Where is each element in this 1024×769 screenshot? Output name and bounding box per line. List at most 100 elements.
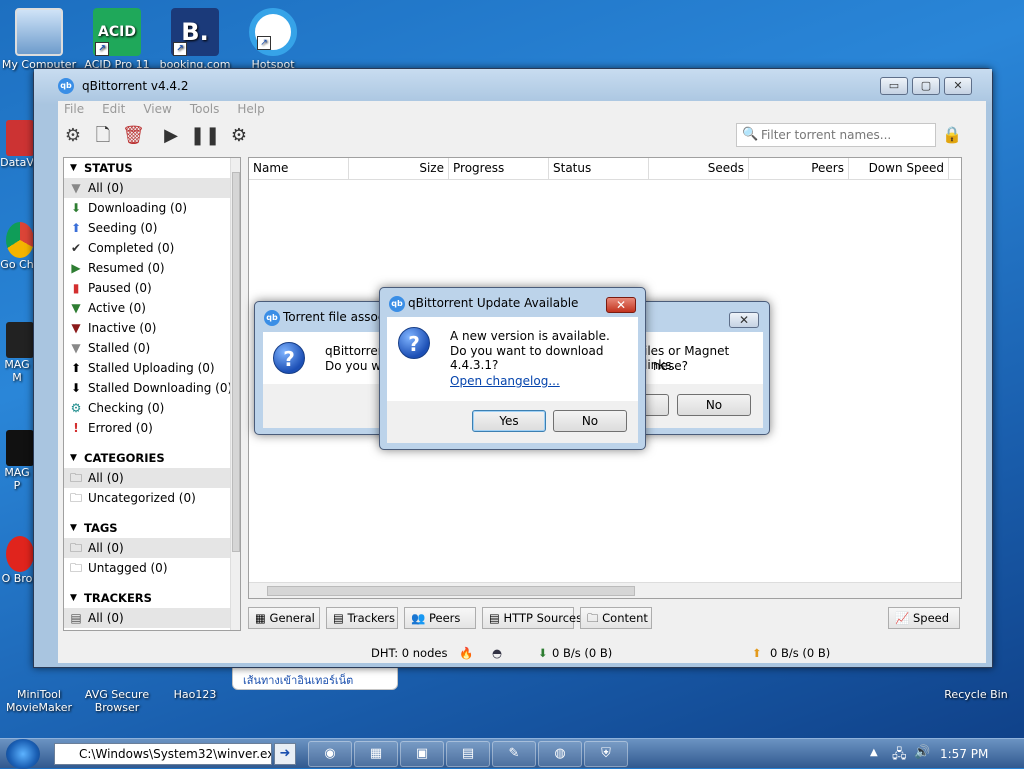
status-all[interactable]: ▼ All (0) xyxy=(64,178,240,198)
column-size[interactable]: Size xyxy=(349,158,449,179)
menu-tools[interactable]: Tools xyxy=(190,101,220,119)
torrent-list-hscrollbar[interactable] xyxy=(249,582,961,598)
hscroll-thumb[interactable] xyxy=(267,586,635,596)
upload-arrow-icon: ⬆ xyxy=(70,361,82,375)
go-arrow-icon[interactable]: ➜ xyxy=(274,743,296,765)
resume-icon[interactable]: ▶ xyxy=(160,125,182,147)
close-button[interactable]: ✕ xyxy=(944,77,972,95)
sidebar-scrollbar[interactable] xyxy=(230,158,240,630)
magix-icon xyxy=(6,322,34,358)
menu-help[interactable]: Help xyxy=(237,101,264,119)
volume-icon[interactable]: 🔊 xyxy=(914,745,930,760)
maximize-button[interactable]: ▢ xyxy=(912,77,940,95)
sidebar-scroll-thumb[interactable] xyxy=(232,172,240,552)
column-status[interactable]: Status xyxy=(549,158,649,179)
desktop-icon-opera[interactable]: O Bro xyxy=(0,536,34,585)
taskbar-shield[interactable]: ⛨ xyxy=(584,741,628,767)
desktop-icon-datav[interactable]: DataV xyxy=(0,120,34,169)
tracker-all[interactable]: ▤ All (0) xyxy=(64,608,240,628)
column-name[interactable]: Name xyxy=(249,158,349,179)
address-bar-input[interactable]: C:\Windows\System32\winver.ex xyxy=(54,743,272,765)
pause-icon[interactable]: ❚❚ xyxy=(190,125,220,147)
download-speed[interactable]: 0 B/s (0 B) xyxy=(552,646,612,660)
section-tags[interactable]: ▼ TAGS xyxy=(64,518,240,538)
tab-trackers[interactable]: ▤ Trackers xyxy=(326,607,398,629)
tray-arrow-icon[interactable]: ▲ xyxy=(870,747,878,758)
play-icon: ▶ xyxy=(71,261,81,275)
section-categories[interactable]: ▼ CATEGORIES xyxy=(64,448,240,468)
status-stalled-uploading[interactable]: ⬆ Stalled Uploading (0) xyxy=(64,358,240,378)
status-checking[interactable]: ⚙ Checking (0) xyxy=(64,398,240,418)
desktop-icon-minitool[interactable]: MiniTool MovieMaker xyxy=(0,672,78,714)
desktop-icon-acid-pro[interactable]: ACID ↗ ACID Pro 11 xyxy=(78,8,156,71)
server-icon: ▤ xyxy=(333,611,348,625)
taskbar-chrome[interactable]: ◉ xyxy=(308,741,352,767)
section-trackers[interactable]: ▼ TRACKERS xyxy=(64,588,240,608)
column-progress[interactable]: Progress xyxy=(449,158,549,179)
column-peers[interactable]: Peers xyxy=(749,158,849,179)
status-downloading[interactable]: ⬇ Downloading (0) xyxy=(64,198,240,218)
options-icon[interactable]: ⚙ xyxy=(228,125,250,147)
menu-edit[interactable]: Edit xyxy=(102,101,125,119)
start-button[interactable] xyxy=(6,739,40,769)
taskbar-app-5[interactable]: ✎ xyxy=(492,741,536,767)
upload-speed[interactable]: 0 B/s (0 B) xyxy=(770,646,830,660)
section-status[interactable]: ▼ STATUS xyxy=(64,158,240,178)
desktop-icon-recycle-bin[interactable]: Recycle Bin xyxy=(936,672,1016,701)
desktop-icon-booking[interactable]: B. ↗ booking.com xyxy=(156,8,234,71)
network-icon[interactable]: 🖧 xyxy=(892,745,907,767)
menu-file[interactable]: File xyxy=(64,101,84,119)
status-stalled[interactable]: ▼ Stalled (0) xyxy=(64,338,240,358)
status-errored[interactable]: ! Errored (0) xyxy=(64,418,240,438)
close-button[interactable]: ✕ xyxy=(606,297,636,313)
title-bar[interactable]: qb qBittorrent v4.4.2 ▭ ▢ ✕ xyxy=(34,69,992,105)
desktop-icon-hao123[interactable]: Hao123 xyxy=(156,672,234,701)
lock-icon[interactable]: 🔒 xyxy=(942,125,962,147)
tag-all[interactable]: 🗀 All (0) xyxy=(64,538,240,558)
column-seeds[interactable]: Seeds xyxy=(649,158,749,179)
add-file-icon[interactable]: 🗋 xyxy=(92,125,114,147)
filter-input[interactable]: 🔍 Filter torrent names... xyxy=(736,123,936,147)
desktop-icon-mag1[interactable]: MAG M xyxy=(0,322,34,384)
category-uncategorized[interactable]: 🗀 Uncategorized (0) xyxy=(64,488,240,508)
status-seeding[interactable]: ⬆ Seeding (0) xyxy=(64,218,240,238)
tab-peers[interactable]: 👥 Peers xyxy=(404,607,476,629)
column-down-speed[interactable]: Down Speed xyxy=(849,158,949,179)
yes-button[interactable]: Yes xyxy=(472,410,546,432)
changelog-link[interactable]: Open changelog... xyxy=(450,374,560,388)
status-completed[interactable]: ✔ Completed (0) xyxy=(64,238,240,258)
tab-general[interactable]: ▦ General xyxy=(248,607,320,629)
menu-view[interactable]: View xyxy=(143,101,171,119)
status-paused[interactable]: ▮ Paused (0) xyxy=(64,278,240,298)
tab-speed[interactable]: 📈 Speed xyxy=(888,607,960,629)
taskbar-app-3[interactable]: ▣ xyxy=(400,741,444,767)
clock[interactable]: 1:57 PM xyxy=(940,747,988,761)
status-active[interactable]: ▼ Active (0) xyxy=(64,298,240,318)
status-inactive[interactable]: ▼ Inactive (0) xyxy=(64,318,240,338)
delete-icon[interactable]: 🗑 xyxy=(122,125,145,147)
add-link-icon[interactable]: ⚙ xyxy=(62,125,84,147)
desktop-icon-my-computer[interactable]: My Computer xyxy=(0,8,78,71)
no-button[interactable]: No xyxy=(677,394,751,416)
chart-icon: 📈 xyxy=(895,611,913,625)
no-button[interactable]: No xyxy=(553,410,627,432)
desktop-icon-hotspot[interactable]: ↗ Hotspot xyxy=(234,8,312,71)
close-button[interactable]: ✕ xyxy=(729,312,759,328)
tab-http-sources[interactable]: ▤ HTTP Sources xyxy=(482,607,582,629)
dialog-footer: Yes No xyxy=(387,401,638,443)
tab-content[interactable]: 🗀 Content xyxy=(580,607,652,629)
connection-icon[interactable]: 🔥 xyxy=(459,646,473,660)
desktop-icon-chrome[interactable]: Go Ch xyxy=(0,222,34,271)
speed-limit-icon[interactable]: ◓ xyxy=(492,646,502,660)
taskbar-qbittorrent[interactable]: ◍ xyxy=(538,741,582,767)
taskbar-app-4[interactable]: ▤ xyxy=(446,741,490,767)
taskbar-app-2[interactable]: ▦ xyxy=(354,741,398,767)
desktop-icon-avg[interactable]: AVG Secure Browser xyxy=(78,672,156,714)
status-resumed[interactable]: ▶ Resumed (0) xyxy=(64,258,240,278)
category-all[interactable]: 🗀 All (0) xyxy=(64,468,240,488)
status-stalled-downloading[interactable]: ⬇ Stalled Downloading (0) xyxy=(64,378,240,398)
desktop-icon-mag2[interactable]: MAG P xyxy=(0,430,34,492)
minimize-button[interactable]: ▭ xyxy=(880,77,908,95)
tag-untagged[interactable]: 🗀 Untagged (0) xyxy=(64,558,240,578)
notification-popup[interactable]: เส้นทางเข้าอินเทอร์เน็ต xyxy=(232,666,398,690)
